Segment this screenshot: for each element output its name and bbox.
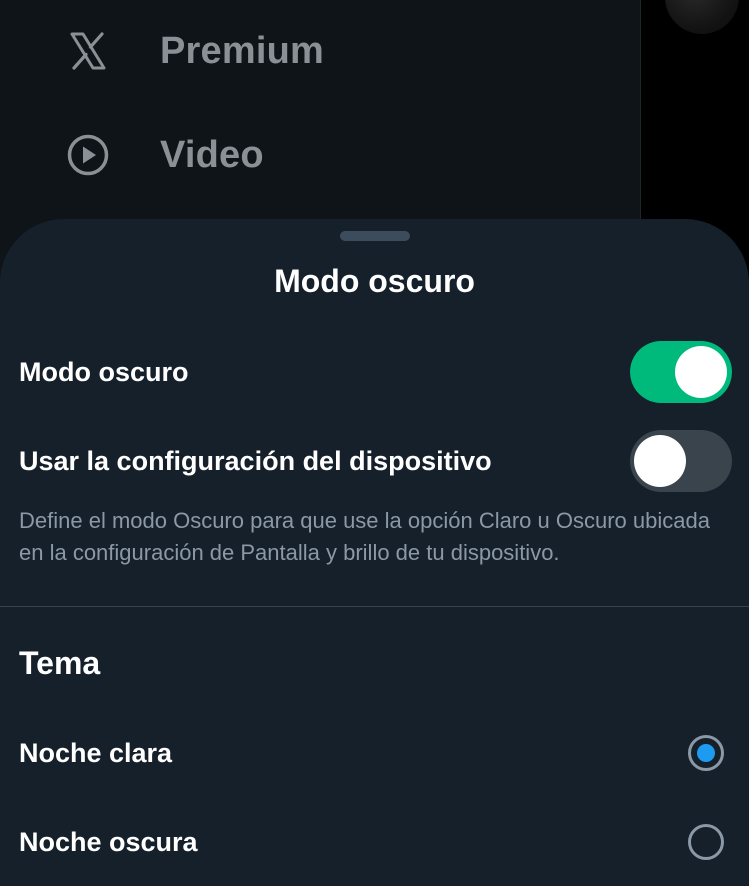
- theme-option-label-dim: Noche clara: [19, 738, 173, 768]
- drawer-item-premium[interactable]: Premium: [66, 21, 324, 81]
- toggle-knob: [634, 435, 686, 487]
- sheet-title: Modo oscuro: [274, 263, 475, 299]
- drawer-item-label: Premium: [160, 29, 325, 72]
- dark-mode-sheet: Modo oscuro Modo oscuro Usar la configur…: [0, 219, 749, 886]
- drawer-item-label: Video: [160, 133, 264, 176]
- dark-mode-label: Modo oscuro: [19, 357, 189, 387]
- theme-option-label-lights-out: Noche oscura: [19, 827, 198, 857]
- theme-section-title: Tema: [19, 645, 101, 681]
- radio-selected-dot: [697, 744, 715, 762]
- use-device-settings-label: Usar la configuración del dispositivo: [19, 446, 492, 476]
- description-text: Define el modo Oscuro para que use la op…: [19, 508, 710, 565]
- theme-radio-dim[interactable]: [688, 735, 724, 771]
- screen: Premium Video Modo oscuro Modo oscuro Us…: [0, 0, 749, 886]
- dark-mode-toggle[interactable]: [630, 341, 732, 403]
- sheet-grabber[interactable]: [340, 231, 410, 241]
- theme-radio-lights-out[interactable]: [688, 824, 724, 860]
- drawer-item-video[interactable]: Video: [66, 125, 264, 185]
- x-logo-icon: [66, 29, 110, 73]
- divider: [0, 606, 749, 607]
- toggle-knob: [675, 346, 727, 398]
- avatar[interactable]: [665, 0, 739, 34]
- play-circle-icon: [66, 133, 110, 177]
- use-device-settings-toggle[interactable]: [630, 430, 732, 492]
